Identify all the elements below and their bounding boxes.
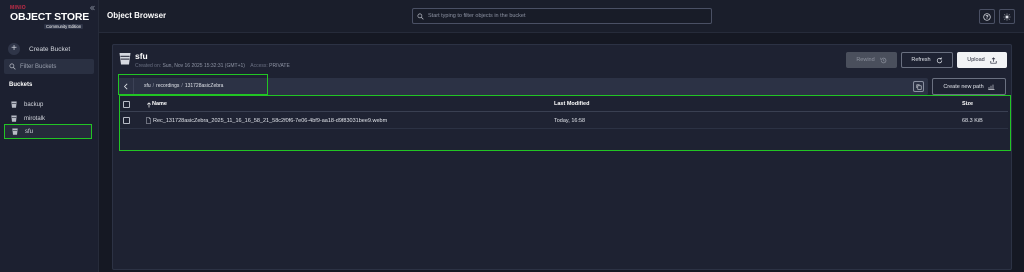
sidebar-item-backup[interactable]: backup	[4, 97, 92, 112]
bucket-label: backup	[24, 101, 44, 108]
theme-toggle-button[interactable]	[999, 9, 1015, 24]
column-header-last-modified[interactable]: Last Modified	[554, 101, 589, 107]
minio-logo[interactable]: MINIO OBJECT STORE Community Edition	[10, 5, 94, 33]
created-label: Created on:	[135, 63, 162, 69]
refresh-icon	[936, 57, 942, 63]
sun-icon	[1003, 13, 1011, 20]
file-last-modified: Today, 16:58	[554, 118, 586, 124]
page-title: Object Browser	[107, 11, 167, 20]
copy-path-button[interactable]	[913, 81, 924, 92]
search-placeholder: Start typing to filter objects in the bu…	[428, 13, 526, 19]
top-bar: Object Browser Start typing to filter ob…	[99, 0, 1024, 33]
refresh-label: Refresh	[911, 57, 931, 63]
row-checkbox[interactable]	[123, 117, 130, 124]
refresh-button[interactable]: Refresh	[901, 52, 953, 68]
logo-edition: Community Edition	[44, 24, 84, 29]
create-bucket-button[interactable]: + Create Bucket	[8, 42, 70, 56]
breadcrumb-highlight	[118, 74, 268, 95]
create-new-path-button[interactable]: Create new path	[932, 78, 1006, 95]
rewind-icon	[880, 57, 886, 63]
help-button[interactable]	[979, 9, 995, 24]
select-all-checkbox[interactable]	[123, 101, 130, 108]
created-value: Sun, Nov 16 2025 15:32:31 (GMT+1)	[162, 63, 245, 69]
bucket-header: sfu Created on: Sun, Nov 16 2025 15:32:3…	[113, 45, 1011, 75]
upload-button[interactable]: Upload	[957, 52, 1007, 68]
access-value: PRIVATE	[269, 63, 290, 69]
rewind-label: Rewind	[856, 57, 875, 63]
file-icon	[146, 117, 151, 124]
buckets-heading: Buckets	[9, 82, 33, 88]
bucket-name: sfu	[135, 51, 148, 61]
object-browser-panel: sfu Created on: Sun, Nov 16 2025 15:32:3…	[112, 44, 1012, 270]
bucket-icon	[119, 53, 131, 65]
copy-icon	[916, 84, 922, 90]
bucket-icon	[11, 101, 17, 108]
plus-icon: +	[8, 43, 20, 55]
search-icon	[9, 63, 16, 70]
file-name: Rec_131728asicZebra_2025_11_16_16_58_21_…	[153, 118, 388, 124]
filter-buckets-placeholder: Filter Buckets	[20, 63, 57, 70]
object-search-input[interactable]: Start typing to filter objects in the bu…	[412, 8, 712, 24]
bucket-icon	[11, 115, 17, 122]
bucket-meta: Created on: Sun, Nov 16 2025 15:32:31 (G…	[135, 63, 290, 69]
file-size: 68.3 KiB	[962, 118, 983, 124]
sidebar-item-sfu[interactable]: sfu	[4, 124, 92, 139]
help-icon	[983, 12, 991, 21]
sidebar: MINIO OBJECT STORE Community Edition + C…	[0, 0, 99, 272]
create-bucket-label: Create Bucket	[29, 45, 71, 53]
table-header: Name Last Modified Size	[120, 98, 1008, 112]
logo-title: OBJECT STORE	[10, 11, 90, 23]
access-label: Access:	[250, 63, 268, 69]
collapse-sidebar-icon[interactable]	[89, 5, 95, 11]
rewind-button[interactable]: Rewind	[846, 52, 897, 68]
column-header-name[interactable]: Name	[152, 101, 167, 107]
create-new-path-label: Create new path	[943, 83, 984, 90]
table-row[interactable]: Rec_131728asicZebra_2025_11_16_16_58_21_…	[120, 112, 1008, 129]
column-header-size[interactable]: Size	[962, 101, 973, 107]
upload-icon	[990, 56, 997, 64]
new-path-icon	[987, 84, 995, 90]
search-icon	[417, 13, 424, 20]
bucket-label: mirotalk	[24, 115, 46, 122]
filter-buckets-input[interactable]: Filter Buckets	[4, 59, 94, 74]
bucket-label: sfu	[25, 128, 34, 135]
bucket-icon	[12, 128, 18, 135]
upload-label: Upload	[967, 57, 985, 63]
